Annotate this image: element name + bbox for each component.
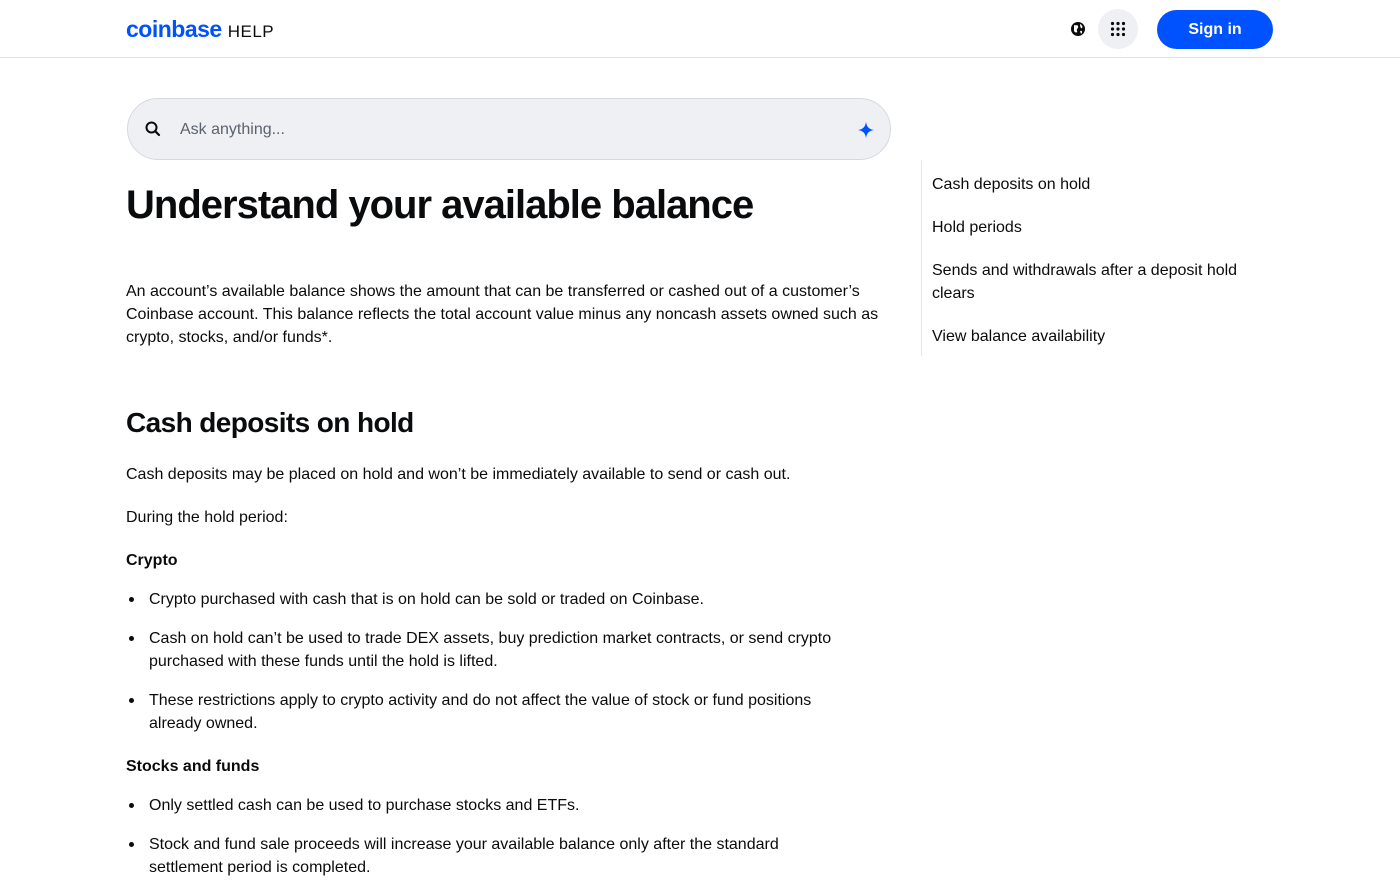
hold-period-intro: During the hold period: [126, 509, 288, 526]
page-title: Understand your available balance [126, 183, 754, 227]
ai-sparkle-icon[interactable] [857, 121, 875, 139]
coinbase-help-logo[interactable]: coinbase HELP [126, 16, 274, 43]
section-heading-cash-deposits: Cash deposits on hold [126, 407, 414, 438]
site-header: coinbase HELP Sign in [0, 0, 1400, 58]
table-of-contents: Cash deposits on hold Hold periods Sends… [921, 161, 1273, 356]
apps-menu-button[interactable] [1098, 9, 1138, 49]
search-input[interactable] [178, 115, 838, 145]
language-button[interactable] [1066, 17, 1090, 41]
search-icon [145, 121, 161, 137]
logo-wordmark: coinbase [126, 16, 222, 42]
intro-paragraph: An account’s available balance shows the… [126, 283, 879, 346]
list-item: Cash on hold can’t be used to trade DEX … [126, 627, 886, 673]
hold-description: Cash deposits may be placed on hold and … [126, 466, 791, 483]
logo-help-label: HELP [227, 22, 275, 41]
search-bar[interactable] [127, 98, 891, 160]
toc-item-hold-periods[interactable]: Hold periods [932, 216, 1267, 239]
list-item: Only settled cash can be used to purchas… [126, 794, 886, 817]
sign-in-button[interactable]: Sign in [1157, 10, 1273, 49]
crypto-bullet-list: Crypto purchased with cash that is on ho… [126, 588, 886, 751]
toc-item-view-balance-availability[interactable]: View balance availability [932, 325, 1267, 348]
list-item: Stock and fund sale proceeds will increa… [126, 833, 886, 879]
stocks-bullet-list: Only settled cash can be used to purchas… [126, 794, 886, 895]
apps-grid-icon [1110, 21, 1126, 37]
toc-item-cash-deposits-on-hold[interactable]: Cash deposits on hold [932, 173, 1267, 196]
crypto-subheading: Crypto [126, 552, 178, 569]
stocks-funds-subheading: Stocks and funds [126, 758, 260, 775]
list-item: These restrictions apply to crypto activ… [126, 689, 886, 735]
toc-item-sends-withdrawals[interactable]: Sends and withdrawals after a deposit ho… [932, 259, 1267, 305]
list-item: Crypto purchased with cash that is on ho… [126, 588, 886, 611]
globe-icon [1071, 22, 1085, 36]
